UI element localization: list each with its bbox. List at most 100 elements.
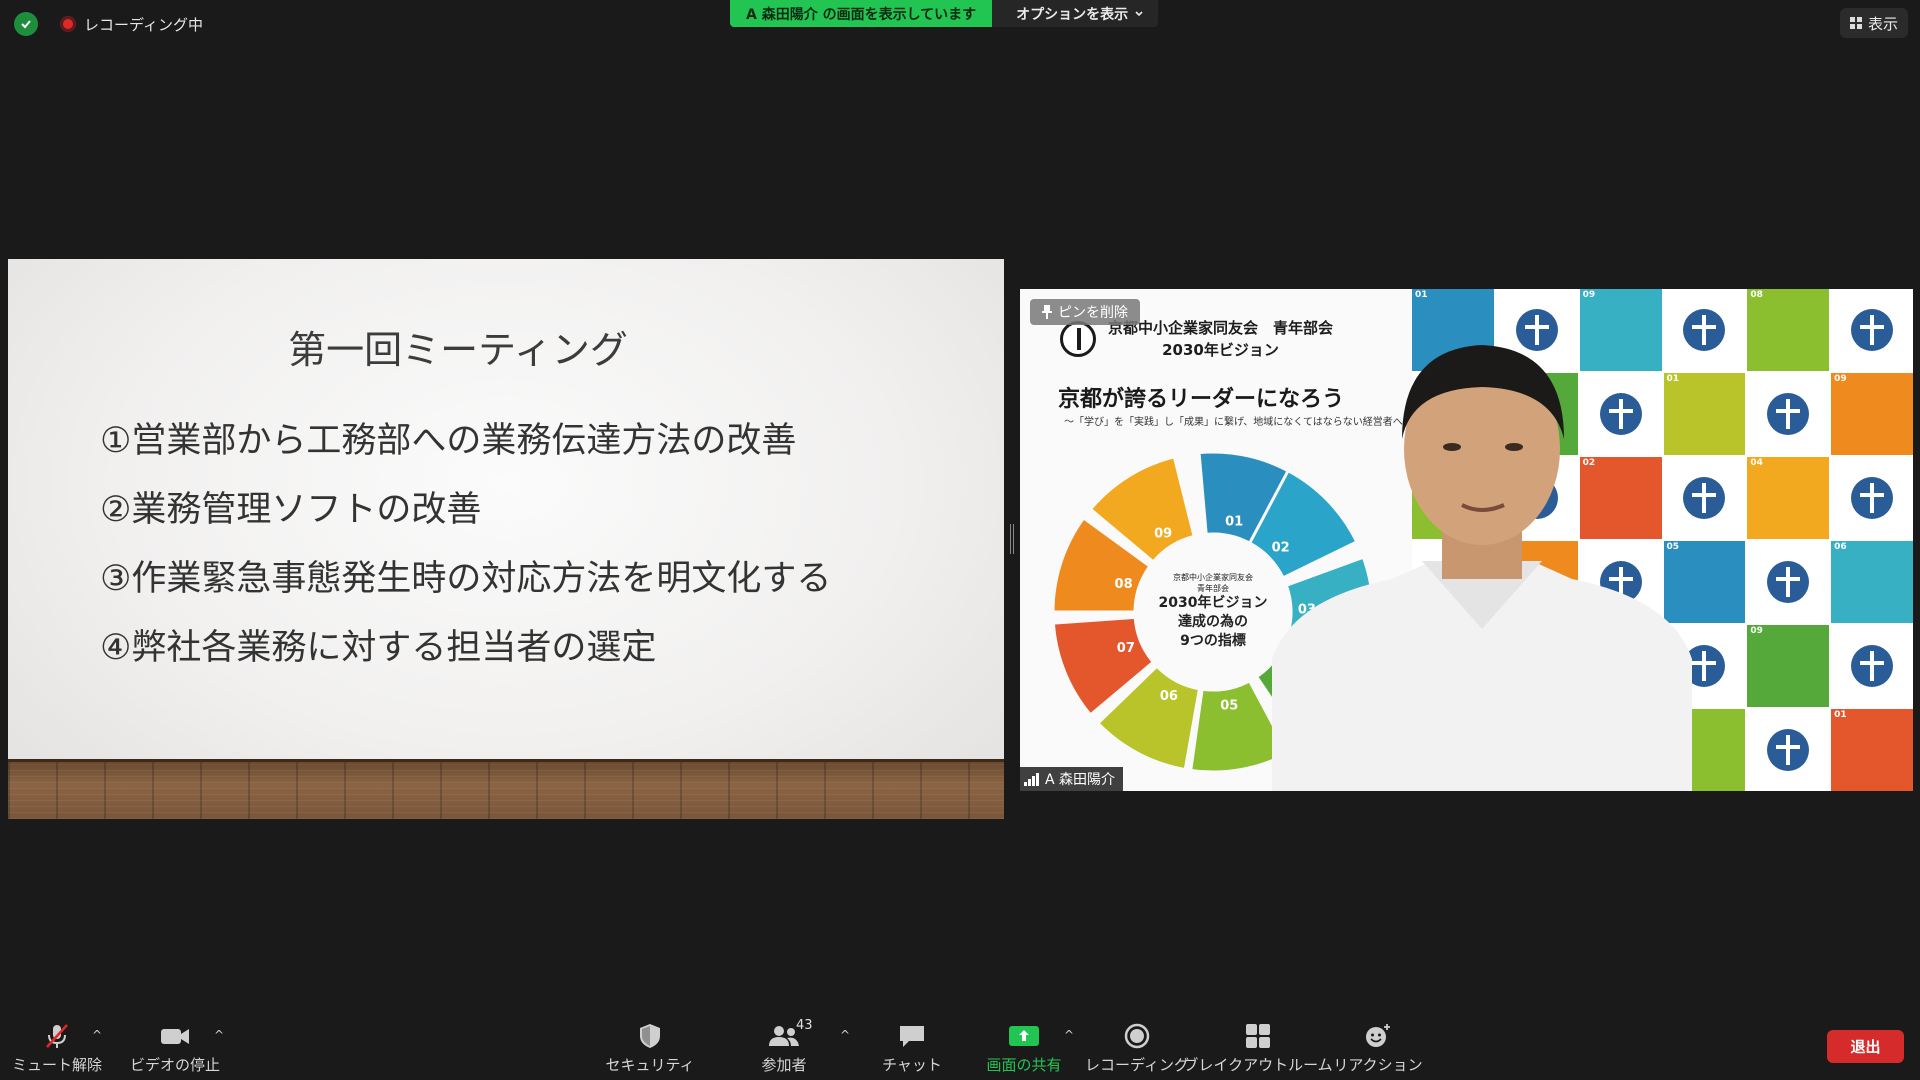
participant-video-person (1272, 345, 1692, 791)
wheel-segment-number: 08 (1115, 577, 1133, 592)
mosaic-tile-number: 01 (1415, 290, 1428, 300)
slide-agenda-item: ④弊社各業務に対する担当者の選定 (100, 628, 657, 668)
shared-screen-slide: 第一回ミーティング ①営業部から工務部への業務伝達方法の改善 ②業務管理ソフトの… (8, 259, 1004, 819)
mosaic-tile-number: 09 (1750, 626, 1763, 636)
participant-name: A 森田陽介 (1045, 772, 1116, 788)
mosaic-tile-number: 04 (1750, 458, 1763, 468)
mosaic-logo-tile (1831, 457, 1913, 539)
wheel-center-indicators: 9つの指標 (1180, 633, 1246, 649)
record-button[interactable]: レコーディング (1085, 1018, 1189, 1080)
share-banner-text: A 森田陽介 の画面を表示しています (730, 0, 993, 27)
slide-agenda-item: ①営業部から工務部への業務伝達方法の改善 (100, 421, 797, 461)
view-layout-button[interactable]: 表示 (1839, 8, 1908, 38)
mosaic-tile-number: 06 (1834, 542, 1847, 552)
breakout-rooms-icon (1246, 1024, 1270, 1048)
record-icon (1124, 1023, 1150, 1049)
zoom-meeting-window: レコーディング中 A 森田陽介 の画面を表示しています オプションを表示 表示 … (0, 0, 1920, 1080)
participants-options-caret-icon[interactable]: ^ (840, 1028, 850, 1042)
encryption-shield-icon[interactable] (14, 12, 38, 36)
share-screen-label: 画面の共有 (986, 1056, 1062, 1074)
video-options-caret-icon[interactable]: ^ (214, 1028, 224, 1042)
recording-indicator[interactable]: レコーディング中 (60, 14, 203, 35)
wheel-center-purpose: 達成の為の (1178, 614, 1248, 630)
participants-label: 参加者 (761, 1056, 807, 1074)
slide-agenda-item: ②業務管理ソフトの改善 (100, 490, 482, 530)
unmute-button[interactable]: ミュート解除 (12, 1018, 103, 1080)
wheel-center-org: 京都中小企業家同友会 (1173, 573, 1253, 582)
org-logo-icon (1851, 477, 1894, 519)
grid-view-icon (1849, 17, 1862, 29)
audio-options-caret-icon[interactable]: ^ (92, 1028, 102, 1042)
mosaic-logo-tile (1747, 541, 1830, 623)
mosaic-color-tile: 09 (1831, 373, 1913, 455)
record-label: レコーディング (1085, 1056, 1189, 1074)
chat-button[interactable]: チャット (882, 1018, 942, 1080)
wheel-segment-number: 09 (1154, 526, 1172, 541)
wheel-segment-number: 06 (1160, 689, 1178, 704)
wheel-segment-number: 05 (1220, 699, 1238, 714)
org-logo-icon (1851, 309, 1894, 351)
view-options-button[interactable]: オプションを表示 (992, 0, 1159, 27)
security-label: セキュリティ (605, 1056, 695, 1074)
breakout-rooms-button[interactable]: ブレイクアウトルーム (1183, 1018, 1333, 1080)
wheel-center-vision: 2030年ビジョン (1158, 595, 1268, 611)
wheel-center-label: 京都中小企業家同友会 青年部会 2030年ビジョン 達成の為の 9つの指標 (1138, 572, 1288, 651)
slide-agenda-list: ①営業部から工務部への業務伝達方法の改善 ②業務管理ソフトの改善 ③作業緊急事態… (100, 407, 831, 683)
remove-pin-button[interactable]: ピンを削除 (1030, 299, 1140, 325)
slide-title: 第一回ミーティング (288, 328, 628, 372)
security-shield-icon (640, 1024, 660, 1048)
org-logo-icon (1851, 645, 1894, 687)
chevron-down-icon (1135, 10, 1143, 16)
smiley-reaction-icon (1366, 1024, 1390, 1047)
mosaic-logo-tile (1831, 289, 1913, 371)
wheel-center-section: 青年部会 (1197, 584, 1229, 593)
view-layout-label: 表示 (1867, 14, 1898, 33)
mosaic-logo-tile (1831, 625, 1913, 707)
speaker-video-tile[interactable]: 京都中小企業家同友会 青年部会 2030年ビジョン 京都が誇るリーダーになろう … (1020, 289, 1913, 791)
pin-icon (1042, 305, 1052, 319)
share-screen-button[interactable]: 画面の共有 (982, 1018, 1066, 1080)
mosaic-color-tile: 09 (1747, 625, 1830, 707)
org-logo-icon (1767, 393, 1810, 435)
mosaic-logo-tile (1747, 709, 1830, 791)
wheel-segment-number: 07 (1117, 641, 1135, 656)
stop-video-label: ビデオの停止 (130, 1056, 221, 1074)
mosaic-tile-number: 09 (1834, 374, 1847, 384)
mosaic-color-tile: 06 (1831, 541, 1913, 623)
mosaic-tile-number: 08 (1750, 290, 1763, 300)
reactions-button[interactable]: リアクション (1333, 1018, 1423, 1080)
recording-dot-icon (60, 16, 76, 32)
participants-button[interactable]: 43 参加者 (752, 1018, 816, 1080)
mosaic-color-tile: 08 (1747, 289, 1830, 371)
chat-label: チャット (882, 1056, 942, 1074)
participant-name-tag: A 森田陽介 (1020, 767, 1124, 791)
mosaic-color-tile: 01 (1831, 709, 1913, 791)
reactions-label: リアクション (1333, 1056, 1423, 1074)
security-button[interactable]: セキュリティ (605, 1018, 695, 1080)
participants-count: 43 (796, 1018, 813, 1033)
connection-signal-icon (1024, 772, 1039, 786)
mosaic-tile-number: 09 (1582, 290, 1596, 300)
leave-meeting-button[interactable]: 退出 (1827, 1030, 1904, 1063)
org-emblem-icon (1060, 321, 1096, 357)
microphone-muted-icon (46, 1024, 68, 1048)
remove-pin-label: ピンを削除 (1058, 305, 1128, 321)
share-options-caret-icon[interactable]: ^ (1064, 1028, 1074, 1042)
share-screen-arrow-icon (1009, 1026, 1039, 1046)
slide-wood-floor (8, 759, 1004, 819)
view-options-label: オプションを表示 (1016, 6, 1129, 23)
video-camera-icon (161, 1029, 189, 1044)
chat-bubble-icon (900, 1026, 924, 1047)
org-logo-icon (1767, 729, 1810, 771)
unmute-label: ミュート解除 (12, 1056, 103, 1074)
splitter-handle[interactable] (1010, 524, 1015, 554)
slide-agenda-item: ③作業緊急事態発生時の対応方法を明文化する (100, 559, 832, 599)
top-status-bar: レコーディング中 (14, 12, 203, 36)
recording-label: レコーディング中 (84, 15, 203, 34)
meeting-toolbar: ミュート解除 ^ ビデオの停止 ^ セキュリティ 43 参加者 ^ チャット 画… (0, 1018, 1920, 1080)
screen-share-banner: A 森田陽介 の画面を表示しています オプションを表示 (730, 0, 1159, 27)
org-logo-icon (1767, 561, 1810, 603)
wheel-segment-number: 01 (1225, 514, 1243, 529)
mosaic-tile-number: 01 (1834, 710, 1847, 720)
stop-video-button[interactable]: ビデオの停止 (130, 1018, 221, 1080)
